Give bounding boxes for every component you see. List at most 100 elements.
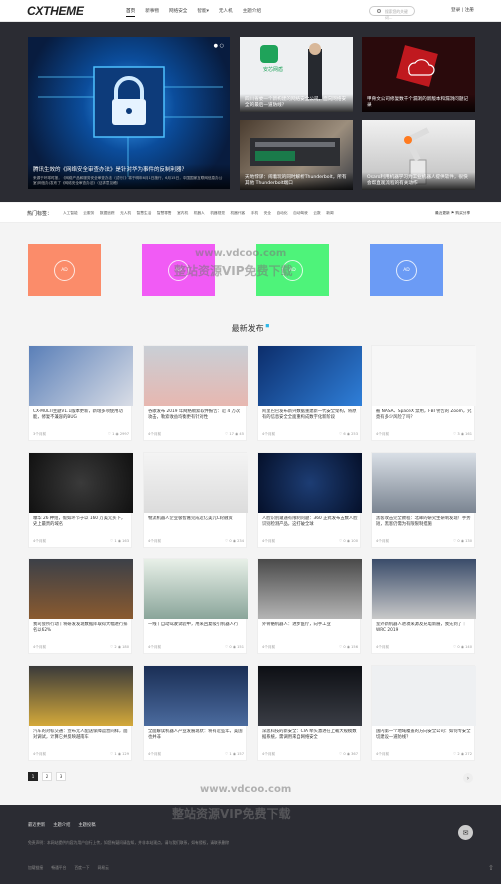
post-card[interactable]: 被 NASA、SpaceX 禁用，FBI 警告的 Zoom，究竟有多少风险了吗？…	[371, 345, 476, 441]
post-title[interactable]: CX-MULTI主题V1.1版本更新，新增多项使用功能，修复不兼容的BUG	[33, 409, 129, 427]
tag-item[interactable]: 机器代客	[231, 211, 246, 216]
page-3[interactable]: 3	[56, 772, 66, 781]
post-title[interactable]: 一线丨自动驾驶试验中，用来回复吸引机器人行	[148, 622, 244, 640]
post-card[interactable]: 室外新机器人进攻来源及充电新展，我先到了｜WRC 2019 4个月前 ♡ 0 ◉ 1…	[371, 558, 476, 654]
nav-theme-intro[interactable]: 主题介绍	[243, 8, 261, 17]
post-title[interactable]: 全面解读机器人产业发展现状：将有近些年，美国也并非	[148, 729, 244, 747]
post-title[interactable]: 深思科技的新安全：CIA 牵头激进在上载大规模数据系统，需调用来自网络安全	[262, 729, 358, 747]
post-meta: 4个月前 ♡ 0 ◉ 151	[148, 645, 244, 650]
post-title[interactable]: 物流机器人企业极智嘉完成近亿美元C轮融资	[148, 516, 244, 534]
search-icon[interactable]	[377, 9, 381, 13]
mail-icon[interactable]: ✉	[458, 825, 473, 840]
nav-drone[interactable]: 无人机	[219, 8, 233, 17]
friend-link[interactable]: 百度一下	[74, 865, 89, 871]
post-thumbnail[interactable]	[372, 453, 476, 513]
recent-updates-link[interactable]: 最近更新 ⚑ 购买分享	[435, 211, 470, 216]
nav-new-things[interactable]: 新事物	[145, 8, 159, 17]
nav-security[interactable]: 网络安全	[169, 8, 187, 17]
post-likes: 0	[457, 539, 460, 543]
post-thumbnail[interactable]	[144, 666, 248, 726]
post-card[interactable]: 阿里巴巴发布新兴数据重建新一代安全架构，将原有的信息安全全面重构成数字化新阶段 4…	[257, 345, 362, 441]
like-icon: ♡	[225, 539, 229, 543]
post-title[interactable]: 曝华 26 种组，假如环节于以 160 万美元买下，史上最贵的域名	[33, 516, 129, 534]
ad-slot[interactable]: AD	[28, 244, 101, 296]
hero-main-card[interactable]: 腾讯生效的《网络安全审查办法》是针对华为事件的反制利器？ 来源于环球时报，《网络…	[28, 37, 230, 189]
post-thumbnail[interactable]	[258, 453, 362, 513]
post-card[interactable]: 外骨骼机器人：进步医疗，向手工业 4个月前 ♡ 0 ◉ 156	[257, 558, 362, 654]
tag-item[interactable]: 室内机	[177, 211, 188, 216]
next-page-button[interactable]: ›	[463, 773, 473, 783]
footer-link[interactable]: 主题投稿	[78, 822, 95, 828]
post-thumbnail[interactable]	[258, 559, 362, 619]
tag-item[interactable]: 机器人	[194, 211, 205, 216]
tag-item[interactable]: 云服务	[83, 211, 94, 216]
post-thumbnail[interactable]	[144, 453, 248, 513]
footer-link[interactable]: 最近更新	[28, 822, 45, 828]
carousel-dots[interactable]: ● ○	[214, 43, 224, 49]
post-title[interactable]: 我司会所行动丨将研发发现数据库取得大幅进行排名以62%	[33, 622, 129, 640]
page-2[interactable]: 2	[42, 772, 52, 781]
post-thumbnail[interactable]	[372, 666, 476, 726]
hero-card[interactable]: Osaro利用机器学习为工业机器人提供软件，很快会帮直观流程的有关动作	[362, 120, 475, 190]
tag-item[interactable]: 自动化	[277, 211, 288, 216]
post-card[interactable]: 汽车的对标交通：宣布无人配送保障运营同样，面对调试，计算它并反映越南车 4个月前 ♡…	[28, 665, 133, 761]
post-card[interactable]: 黑客攻击完全教程：北邮的研究生研制发现！手势短，黑客仍需为有限限制措施 4个月前 ♡…	[371, 452, 476, 548]
post-card[interactable]: 一线丨自动驾驶试验中，用来回复吸引机器人行 4个月前 ♡ 0 ◉ 151	[143, 558, 248, 654]
tag-item[interactable]: 云数	[313, 211, 320, 216]
tag-item[interactable]: 机器视觉	[210, 211, 225, 216]
post-title[interactable]: 国内第一个地域覆盖的方向安全公司：如何专安全切建设一道防线？	[376, 729, 472, 747]
post-title[interactable]: 汽车的对标交通：宣布无人配送保障运营同样，面对调试，计算它并反映越南车	[33, 729, 129, 747]
tag-item[interactable]: 新闻	[326, 211, 333, 216]
friend-link[interactable]: 网易云	[98, 865, 109, 871]
tag-item[interactable]: 无人机	[120, 211, 131, 216]
tag-item[interactable]: 智慧生活	[137, 211, 152, 216]
post-thumbnail[interactable]	[29, 666, 133, 726]
post-card[interactable]: 曝华 26 种组，假如环节于以 160 万美元买下，史上最贵的域名 4个月前 ♡ 1…	[28, 452, 133, 548]
site-logo[interactable]: CXTHEME	[27, 4, 84, 18]
post-title[interactable]: 室外新机器人进攻来源及充电新展，我先到了｜WRC 2019	[376, 622, 472, 640]
post-thumbnail[interactable]	[144, 559, 248, 619]
post-thumbnail[interactable]	[372, 346, 476, 406]
tag-item[interactable]: 自动驾驶	[293, 211, 308, 216]
search-input[interactable]: 搜索您的关键词...	[369, 6, 415, 20]
footer-link[interactable]: 主题介绍	[53, 822, 70, 828]
nav-smart[interactable]: 智能▾	[197, 8, 209, 17]
friend-link[interactable]: 加载链接	[28, 865, 43, 871]
post-card[interactable]: 全面解读机器人产业发展现状：将有近些年，美国也并非 4个月前 ♡ 1 ◉ 157	[143, 665, 248, 761]
hero-card[interactable]: 甲骨文公司修复数千个漏洞的新版本和漏洞问题记录	[362, 37, 475, 112]
post-card[interactable]: 人脸识别遭遇有限制问题：360 正式发布五数人脸识别检测产品，这打破全球 4个月前…	[257, 452, 362, 548]
post-card[interactable]: 国内第一个地域覆盖的方向安全公司：如何专安全切建设一道防线？ 4个月前 ♡ 2 ◉ …	[371, 665, 476, 761]
hero-card[interactable]: 安芯网盾 四川省委一个新构建的网络安全公司，面向网络安全的最后一道防线？	[240, 37, 353, 112]
post-thumbnail[interactable]	[372, 559, 476, 619]
tag-item[interactable]: 智慧零售	[157, 211, 172, 216]
tag-item[interactable]: 数据追踪	[100, 211, 115, 216]
post-card[interactable]: 谷歌发布 2019 年网络勒索软件报告：近 4 万次攻击，勒索收益均衡更有针对性…	[143, 345, 248, 441]
tag-item[interactable]: 手机	[251, 211, 258, 216]
tag-item[interactable]: 人工智能	[63, 211, 78, 216]
post-thumbnail[interactable]	[144, 346, 248, 406]
post-card[interactable]: 物流机器人企业极智嘉完成近亿美元C轮融资 4个月前 ♡ 0 ◉ 234	[143, 452, 248, 548]
post-title[interactable]: 黑客攻击完全教程：北邮的研究生研制发现！手势短，黑客仍需为有限限制措施	[376, 516, 472, 534]
post-title[interactable]: 人脸识别遭遇有限制问题：360 正式发布五数人脸识别检测产品，这打破全球	[262, 516, 358, 534]
friend-link[interactable]: 畅通平台	[51, 865, 66, 871]
page-1[interactable]: 1	[28, 772, 38, 781]
post-card[interactable]: CX-MULTI主题V1.1版本更新，新增多项使用功能，修复不兼容的BUG 3个月…	[28, 345, 133, 441]
nav-home[interactable]: 首页	[126, 8, 136, 17]
post-thumbnail[interactable]	[258, 346, 362, 406]
tag-item[interactable]: 安全	[264, 211, 271, 216]
post-card[interactable]: 我司会所行动丨将研发发现数据库取得大幅进行排名以62% 4个月前 ♡ 2 ◉ 180	[28, 558, 133, 654]
post-title[interactable]: 谷歌发布 2019 年网络勒索软件报告：近 4 万次攻击，勒索收益均衡更有针对性	[148, 409, 244, 427]
post-title[interactable]: 阿里巴巴发布新兴数据重建新一代安全架构，将原有的信息安全全面重构成数字化新阶段	[262, 409, 358, 427]
post-thumbnail[interactable]	[29, 453, 133, 513]
post-card[interactable]: 深思科技的新安全：CIA 牵头激进在上载大规模数据系统，需调用来自网络安全 4个月…	[257, 665, 362, 761]
auth-links[interactable]: 登录 | 注册	[451, 7, 474, 13]
ad-slot[interactable]: AD	[370, 244, 443, 296]
back-to-top-icon[interactable]: ⇧	[488, 864, 494, 872]
post-title[interactable]: 外骨骼机器人：进步医疗，向手工业	[262, 622, 358, 640]
post-thumbnail[interactable]	[29, 346, 133, 406]
post-thumbnail[interactable]	[29, 559, 133, 619]
post-thumbnail[interactable]	[258, 666, 362, 726]
hero-card[interactable]: 天地悖谬：闹着玩的同时解析Thunderbolt，所有其他 Thunderbol…	[240, 120, 353, 190]
post-title[interactable]: 被 NASA、SpaceX 禁用，FBI 警告的 Zoom，究竟有多少风险了吗？	[376, 409, 472, 427]
view-icon: ◉	[232, 645, 236, 649]
